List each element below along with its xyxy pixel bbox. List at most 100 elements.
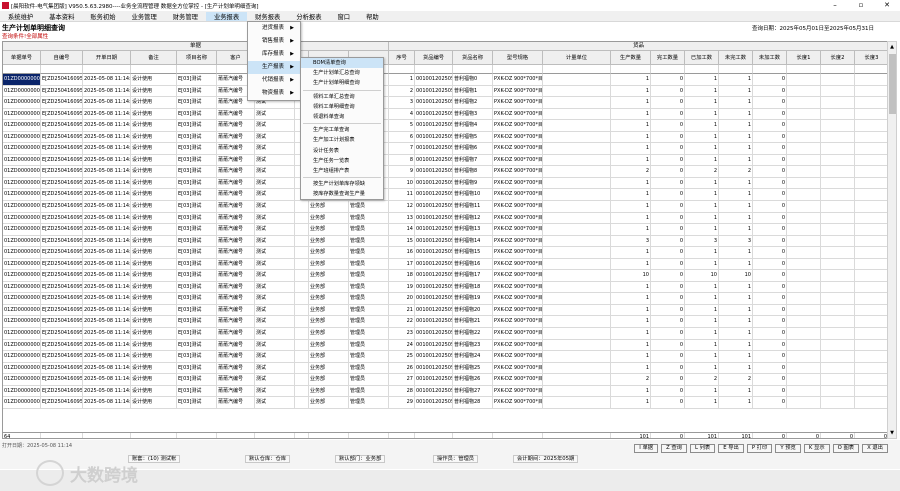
print-button[interactable]: P 打印 [746, 444, 773, 453]
document-button[interactable]: I 单据 [634, 444, 659, 453]
filter-cell[interactable] [83, 65, 131, 74]
column-header[interactable]: 货品编号 [415, 51, 453, 65]
menu-finance[interactable]: 财务管理 [165, 12, 206, 21]
table-row[interactable]: 01ZD00000001E[ZD2504160955]2025-05-08 11… [3, 120, 887, 132]
column-header[interactable]: 单据单号 [3, 51, 41, 65]
table-row[interactable]: 01ZD00000001E[ZD2504160955]2025-05-08 11… [3, 247, 887, 259]
preview-button[interactable]: Y 预览 [775, 444, 801, 453]
table-row[interactable]: 01ZD00000001E[ZD2504160955]2025-05-08 11… [3, 362, 887, 375]
table-row[interactable]: 01ZD00000001E[ZD2504160955]2025-05-08 11… [3, 293, 887, 305]
table-row[interactable]: 01ZD00000001E[ZD2504160955]2025-05-08 11… [3, 108, 887, 121]
table-row[interactable]: 01ZD00000001E[ZD2504160955]2025-05-08 11… [3, 74, 887, 86]
filter-cell[interactable] [753, 65, 787, 74]
display-button[interactable]: K 显示 [803, 444, 830, 453]
column-header[interactable]: 计量单位 [543, 51, 611, 65]
column-header[interactable]: 已加工数 [685, 51, 719, 65]
filter-cell[interactable] [493, 65, 543, 74]
menu-finance-reports[interactable]: 财务报表 [247, 12, 288, 21]
table-row[interactable]: 01ZD00000001E[ZD2504160955]2025-05-08 11… [3, 281, 887, 294]
maximize-button[interactable]: ▫ [848, 0, 874, 11]
menu-item-materials-reports[interactable]: 物资报表 ▶ [248, 87, 300, 100]
filter-cell[interactable] [787, 65, 821, 74]
query-button[interactable]: Z 查询 [661, 444, 687, 453]
filter-cell[interactable] [719, 65, 753, 74]
submenu-item[interactable]: 生产加工计划报表 [301, 135, 383, 145]
table-row[interactable]: 01ZD00000001E[ZD2504160955]2025-05-08 11… [3, 224, 887, 236]
submenu-item[interactable]: 生产计划单明细查询 [301, 78, 383, 88]
table-row[interactable]: 01ZD00000001E[ZD2504160955]2025-05-08 11… [3, 235, 887, 248]
filter-cell[interactable] [821, 65, 855, 74]
table-row[interactable]: 01ZD00000001E[ZD2504160955]2025-05-08 11… [3, 166, 887, 178]
filter-cell[interactable] [543, 65, 611, 74]
table-row[interactable]: 01ZD00000001E[ZD2504160955]2025-05-08 11… [3, 212, 887, 225]
column-header[interactable]: 序号 [389, 51, 415, 65]
table-row[interactable]: 01ZD00000001E[ZD2504160955]2025-05-08 11… [3, 85, 887, 98]
column-header[interactable]: 备注 [131, 51, 177, 65]
table-row[interactable]: 01ZD00000001E[ZD2504160955]2025-05-08 11… [3, 316, 887, 329]
scroll-thumb[interactable] [889, 54, 896, 114]
table-row[interactable]: 01ZD00000001E[ZD2504160955]2025-05-08 11… [3, 258, 887, 271]
table-row[interactable]: 01ZD00000001E[ZD2504160955]2025-05-08 11… [3, 189, 887, 202]
submenu-item[interactable]: 设计任务表 [301, 146, 383, 156]
menu-item-sales-reports[interactable]: 销售报表 ▶ [248, 35, 300, 48]
menu-item-production-reports[interactable]: 生产报表 ▶ [248, 61, 300, 74]
menu-item-purchase-reports[interactable]: 进货报表 ▶ [248, 22, 300, 35]
column-header[interactable]: 型号规格 [493, 51, 543, 65]
menu-item-consignment-reports[interactable]: 代销报表 ▶ [248, 74, 300, 87]
minimize-button[interactable]: – [822, 0, 848, 11]
column-header[interactable]: 长度1 [787, 51, 821, 65]
table-row[interactable]: 01ZD00000001E[ZD2504160955]2025-05-08 11… [3, 131, 887, 144]
vertical-scrollbar[interactable]: ▲ ▼ [887, 41, 897, 439]
filter-cell[interactable] [453, 65, 493, 74]
filter-cell[interactable] [131, 65, 177, 74]
menu-basic-data[interactable]: 基本资料 [41, 12, 82, 21]
table-row[interactable]: 01ZD00000001E[ZD2504160955]2025-05-08 11… [3, 304, 887, 317]
table-row[interactable]: 01ZD00000001E[ZD2504160955]2025-05-08 11… [3, 328, 887, 340]
menu-analysis-reports[interactable]: 分析报表 [288, 12, 329, 21]
table-row[interactable]: 01ZD00000001E[ZD2504160955]2025-05-08 11… [3, 201, 887, 213]
table-row[interactable]: 01ZD00000001E[ZD2504160955]2025-05-08 11… [3, 177, 887, 190]
menu-business[interactable]: 业务管理 [124, 12, 165, 21]
filter-cell[interactable] [3, 65, 41, 74]
column-header[interactable]: 长度2 [821, 51, 855, 65]
menu-window[interactable]: 窗口 [330, 12, 359, 21]
table-row[interactable]: 01ZD00000001E[ZD2504160955]2025-05-08 11… [3, 154, 887, 167]
filter-cell[interactable] [855, 65, 887, 74]
filter-cell[interactable] [651, 65, 685, 74]
filter-cell[interactable] [389, 65, 415, 74]
submenu-item[interactable]: 生产完工单查询 [301, 125, 383, 135]
menu-system[interactable]: 系统维护 [0, 12, 41, 21]
submenu-item[interactable]: BOM清单查询 [301, 58, 383, 69]
column-header[interactable]: 自编号 [41, 51, 83, 65]
submenu-item[interactable]: 领料工单汇总查询 [301, 92, 383, 102]
submenu-item[interactable]: 按库存数量查询生产量 [301, 189, 383, 199]
filter-cell[interactable] [415, 65, 453, 74]
query-condition[interactable]: 查询条件!全部属性 [2, 32, 48, 40]
filter-cell[interactable] [177, 65, 217, 74]
list-button[interactable]: L 列表 [690, 444, 716, 453]
submenu-item[interactable]: 按生产计划单库存领缺 [301, 179, 383, 189]
column-header[interactable]: 开单日期 [83, 51, 131, 65]
submenu-item[interactable]: 生产任务一览表 [301, 156, 383, 166]
column-header[interactable]: 生产数量 [611, 51, 651, 65]
column-header[interactable]: 未完工数 [719, 51, 753, 65]
chart-button[interactable]: O 图表 [832, 444, 860, 453]
table-row[interactable]: 01ZD00000001E[ZD2504160955]2025-05-08 11… [3, 351, 887, 363]
submenu-item[interactable]: 领料工单明细查询 [301, 102, 383, 112]
table-row[interactable]: 01ZD00000001E[ZD2504160955]2025-05-08 11… [3, 374, 887, 386]
column-header[interactable]: 项目名称 [177, 51, 217, 65]
table-row[interactable]: 01ZD00000001E[ZD2504160955]2025-05-08 11… [3, 385, 887, 398]
filter-row[interactable] [3, 65, 887, 74]
column-header[interactable]: 未加工数 [753, 51, 787, 65]
export-button[interactable]: E 导出 [718, 444, 744, 453]
scroll-down-icon[interactable]: ▼ [888, 428, 896, 438]
exit-button[interactable]: X 退出 [862, 444, 888, 453]
submenu-item[interactable]: 领退料单查询 [301, 112, 383, 122]
filter-cell[interactable] [685, 65, 719, 74]
filter-cell[interactable] [41, 65, 83, 74]
menu-help[interactable]: 帮助 [358, 12, 387, 21]
submenu-item[interactable]: 生产班组排产表 [301, 166, 383, 176]
menu-account-init[interactable]: 账务初始 [82, 12, 123, 21]
table-row[interactable]: 01ZD00000001E[ZD2504160955]2025-05-08 11… [3, 143, 887, 155]
close-button[interactable]: ✕ [874, 0, 900, 11]
